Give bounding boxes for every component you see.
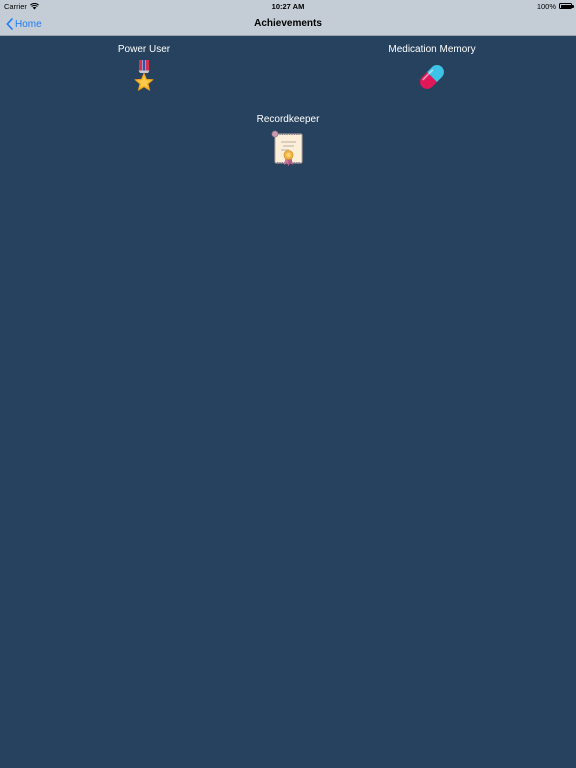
battery-percent: 100% <box>536 1 556 11</box>
achievement-medication-memory[interactable]: Medication Memory <box>332 44 532 94</box>
status-bar: Carrier 10:27 AM 100% <box>0 0 576 12</box>
page-title: Achievements <box>254 18 322 29</box>
battery-fill <box>560 4 571 8</box>
achievement-label: Recordkeeper <box>256 114 320 125</box>
status-time: 10:27 AM <box>271 1 305 11</box>
achievement-power-user[interactable]: Power User <box>44 44 244 94</box>
medal-icon <box>134 60 154 91</box>
navigation-bar: Home Achievements <box>0 12 576 36</box>
battery-icon <box>559 3 574 9</box>
pill-icon <box>420 65 444 89</box>
battery-info: 100% <box>536 1 574 11</box>
achievement-label: Power User <box>117 44 171 55</box>
achievement-recordkeeper[interactable]: Recordkeeper <box>188 114 388 168</box>
certificate-icon <box>271 130 303 166</box>
achievement-label: Medication Memory <box>388 44 476 55</box>
